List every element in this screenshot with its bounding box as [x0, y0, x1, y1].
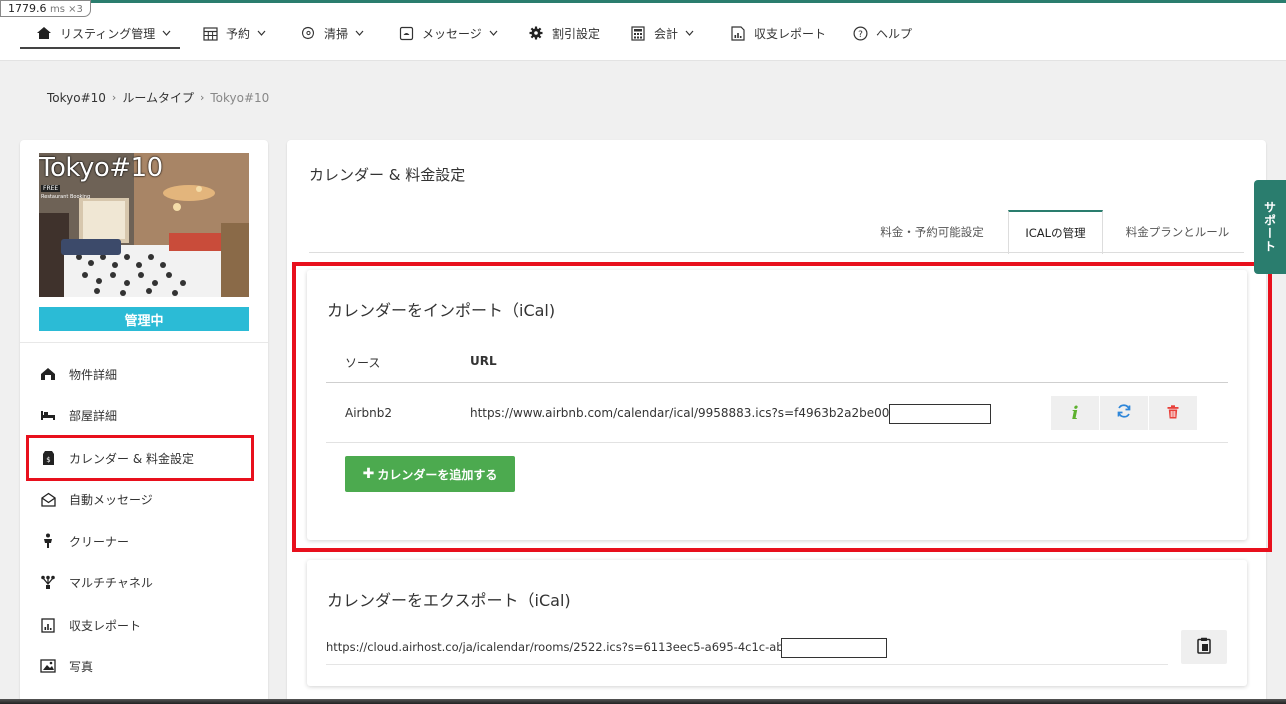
photo-caption: Restaurant Booking [41, 194, 91, 200]
perf-value: 1779.6 [8, 2, 47, 15]
export-url-underline [326, 664, 1168, 665]
bed-icon [40, 407, 56, 423]
svg-text:?: ? [858, 30, 863, 40]
highlight-box-import [292, 262, 1272, 552]
tab-bar-divider [309, 252, 1244, 253]
nav-active-indicator [20, 47, 180, 49]
nav-label: 収支レポート [754, 26, 827, 41]
bottom-edge [0, 699, 1286, 704]
export-card-title: カレンダーをエクスポート（iCal) [327, 591, 571, 610]
chevron-down-icon [489, 29, 498, 38]
tab-pricing-availability[interactable]: 料金・予約可能設定 [862, 210, 1002, 253]
report-icon [40, 617, 56, 633]
sidebar-item-label: 自動メッセージ [69, 492, 153, 507]
calculator-icon [630, 25, 646, 41]
sidebar-item-room-details[interactable]: 部屋詳細 [20, 395, 268, 435]
help-icon: ? [852, 25, 868, 41]
perf-unit: ms ×3 [50, 4, 83, 15]
nav-label: メッセージ [422, 26, 482, 41]
sidebar-item-label: 収支レポート [69, 618, 142, 633]
perf-badge: 1779.6 ms ×3 [0, 0, 91, 17]
nav-message[interactable]: メッセージ [398, 23, 498, 43]
support-tab[interactable]: サポート [1254, 180, 1286, 274]
listing-sidebar: Tokyo#10 FREE Restaurant Booking 管理中 物件詳… [20, 140, 268, 704]
clipboard-icon [1197, 637, 1211, 658]
chevron-down-icon [162, 29, 171, 38]
channel-icon [40, 574, 56, 590]
nav-label: 予約 [226, 26, 251, 41]
highlight-box-sidebar [26, 435, 254, 481]
nav-reservation[interactable]: 予約 [202, 23, 266, 43]
chevron-down-icon [685, 29, 694, 38]
nav-label: 清掃 [324, 26, 349, 41]
breadcrumb-listing-link[interactable]: Tokyo#10 [47, 91, 106, 105]
message-icon [398, 25, 414, 41]
sidebar-item-cleaner[interactable]: クリーナー [20, 521, 268, 561]
nav-label: 会計 [654, 26, 679, 41]
nav-accounting[interactable]: 会計 [630, 23, 694, 43]
export-ical-card: カレンダーをエクスポート（iCal) https://cloud.airhost… [307, 560, 1247, 686]
breadcrumb-separator: › [199, 91, 205, 104]
status-badge: 管理中 [39, 307, 249, 331]
breadcrumb-room-type-link[interactable]: ルームタイプ [122, 89, 194, 106]
sidebar-item-income-report[interactable]: 収支レポート [20, 605, 268, 645]
sidebar-item-label: マルチチャネル [69, 575, 153, 590]
sidebar-item-property-details[interactable]: 物件詳細 [20, 354, 268, 394]
tab-ical-management[interactable]: ICALの管理 [1008, 210, 1103, 254]
sidebar-item-label: 物件詳細 [69, 367, 118, 382]
photo-tag: FREE [41, 185, 61, 192]
calendar-icon [202, 25, 218, 41]
nav-label: リスティング管理 [60, 26, 156, 41]
sidebar-item-multichannel[interactable]: マルチチャネル [20, 562, 268, 602]
support-label: サポート [1262, 201, 1277, 253]
nav-cleaning[interactable]: 清掃 [300, 23, 364, 43]
nav-listing-management[interactable]: リスティング管理 [36, 23, 171, 43]
photo-icon [40, 658, 56, 674]
sidebar-divider [20, 342, 268, 343]
redaction-box [781, 638, 887, 658]
tab-price-plans-rules[interactable]: 料金プランとルール [1110, 210, 1245, 253]
sidebar-item-label: 写真 [69, 659, 94, 674]
chevron-down-icon [355, 29, 364, 38]
sidebar-item-label: 部屋詳細 [69, 408, 118, 423]
copy-button[interactable] [1181, 630, 1227, 664]
nav-label: 割引設定 [552, 26, 601, 41]
listing-title: Tokyo#10 [39, 153, 163, 183]
sidebar-item-label: クリーナー [69, 534, 130, 549]
cleaner-icon [40, 533, 56, 549]
page-title: カレンダー & 料金設定 [309, 166, 466, 184]
mail-icon [40, 491, 56, 507]
chevron-down-icon [257, 29, 266, 38]
home-icon [36, 25, 52, 41]
top-navbar: リスティング管理 予約 清掃 メッセージ 割引設定 会計 収支レポート ? ヘル… [0, 3, 1286, 61]
gear-icon [528, 25, 544, 41]
cleaning-icon [300, 25, 316, 41]
sidebar-item-auto-message[interactable]: 自動メッセージ [20, 479, 268, 519]
nav-label: ヘルプ [876, 26, 913, 41]
sidebar-item-photos[interactable]: 写真 [20, 646, 268, 686]
listing-photo[interactable]: Tokyo#10 FREE Restaurant Booking [39, 153, 249, 297]
breadcrumb: Tokyo#10 › ルームタイプ › Tokyo#10 [47, 89, 269, 106]
breadcrumb-separator: › [111, 91, 117, 104]
property-icon [40, 366, 56, 382]
breadcrumb-current: Tokyo#10 [210, 90, 270, 105]
nav-discount-settings[interactable]: 割引設定 [528, 23, 600, 43]
nav-income-report[interactable]: 収支レポート [730, 23, 826, 43]
report-icon [730, 25, 746, 41]
export-url[interactable]: https://cloud.airhost.co/ja/icalendar/ro… [326, 640, 795, 654]
nav-help[interactable]: ? ヘルプ [852, 23, 912, 43]
